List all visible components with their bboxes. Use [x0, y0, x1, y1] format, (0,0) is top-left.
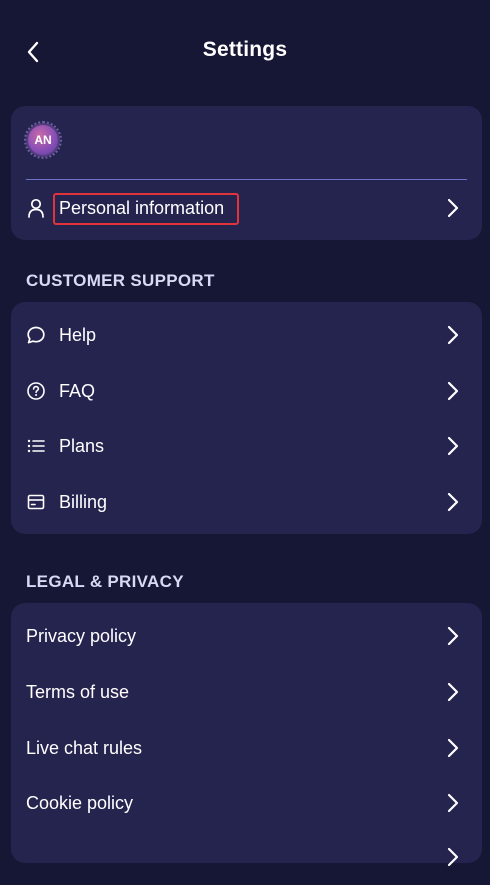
chevron-right-icon — [446, 793, 460, 813]
chat-bubble-icon — [26, 325, 46, 345]
billing-label: Billing — [59, 491, 108, 512]
help-row[interactable]: Help — [11, 307, 482, 363]
live-chat-rules-label: Live chat rules — [26, 737, 143, 758]
header: Settings — [0, 0, 490, 104]
live-chat-rules-row[interactable]: Live chat rules — [11, 720, 482, 776]
list-icon — [26, 436, 46, 456]
personal-information-label: Personal information — [59, 197, 225, 218]
billing-row[interactable]: Billing — [11, 474, 482, 530]
chevron-right-icon — [446, 492, 460, 512]
chevron-right-icon — [446, 682, 460, 702]
section-title-customer-support: CUSTOMER SUPPORT — [26, 271, 215, 290]
page-title: Settings — [202, 38, 288, 61]
next-row-partial[interactable] — [11, 829, 482, 885]
plans-label: Plans — [59, 435, 105, 456]
chevron-right-icon — [446, 738, 460, 758]
personal-information-row[interactable]: Personal information — [11, 180, 482, 236]
privacy-policy-label: Privacy policy — [26, 625, 137, 646]
faq-label: FAQ — [59, 380, 96, 401]
terms-of-use-label: Terms of use — [26, 681, 130, 702]
terms-of-use-row[interactable]: Terms of use — [11, 664, 482, 720]
chevron-right-icon — [446, 626, 460, 646]
legal-privacy-card: Privacy policy Terms of use Live chat ru… — [11, 603, 482, 867]
chevron-right-icon — [446, 436, 460, 456]
chevron-right-icon — [446, 847, 460, 867]
customer-support-card: Help FAQ Plans Billing — [11, 302, 482, 534]
chevron-right-icon — [446, 198, 460, 218]
profile-card: AN Personal information — [11, 106, 482, 240]
plans-row[interactable]: Plans — [11, 418, 482, 474]
user-icon — [26, 198, 46, 218]
avatar[interactable]: AN — [28, 125, 58, 155]
cookie-policy-row[interactable]: Cookie policy — [11, 775, 482, 831]
privacy-policy-row[interactable]: Privacy policy — [11, 608, 482, 664]
section-title-legal-privacy: LEGAL & PRIVACY — [26, 572, 184, 591]
card-icon — [26, 492, 46, 512]
question-circle-icon — [26, 381, 46, 401]
help-label: Help — [59, 324, 97, 345]
chevron-right-icon — [446, 381, 460, 401]
chevron-right-icon — [446, 325, 460, 345]
cookie-policy-label: Cookie policy — [26, 792, 134, 813]
faq-row[interactable]: FAQ — [11, 363, 482, 419]
